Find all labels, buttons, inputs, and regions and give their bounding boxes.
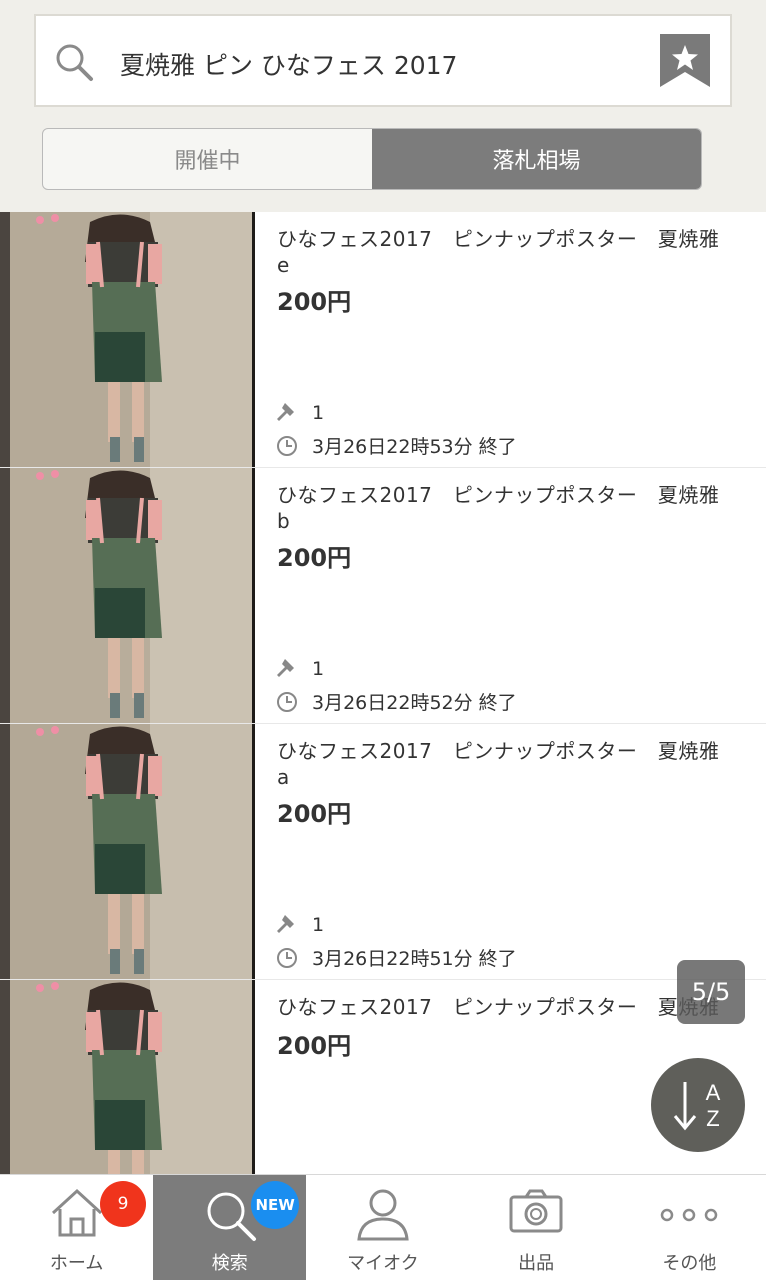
page-indicator: 5/5 xyxy=(677,960,745,1024)
end-time-row: 3月26日22時53分 終了 xyxy=(276,432,517,459)
search-new-badge: NEW xyxy=(251,1181,300,1229)
result-list: ひなフェス2017 ピンナップポスター 夏焼雅 e 200円 1 3月26日22… xyxy=(0,212,766,1174)
sort-label-top: A xyxy=(706,1080,721,1105)
tab-more[interactable]: その他 xyxy=(613,1175,766,1280)
end-time: 3月26日22時53分 終了 xyxy=(312,436,517,458)
bid-count: 1 xyxy=(312,914,325,936)
clock-icon xyxy=(277,691,297,712)
tab-ongoing[interactable]: 開催中 xyxy=(43,129,372,189)
item-title[interactable]: ひなフェス2017 ピンナップポスター 夏焼雅 b xyxy=(277,482,747,534)
bid-count-row: 1 xyxy=(276,658,324,680)
camera-icon xyxy=(509,1189,563,1233)
sort-button[interactable]: A Z xyxy=(651,1058,745,1152)
tab-home[interactable]: 9 ホーム xyxy=(0,1175,153,1280)
item-title[interactable]: ひなフェス2017 ピンナップポスター 夏焼雅 e xyxy=(277,226,747,278)
search-query[interactable]: 夏焼雅 ピン ひなフェス 2017 xyxy=(120,46,457,82)
list-item[interactable]: ひなフェス2017 ピンナップポスター 夏焼雅 a 200円 1 3月26日22… xyxy=(0,724,766,980)
user-icon xyxy=(357,1189,409,1241)
tab-myauc[interactable]: マイオク xyxy=(306,1175,459,1280)
list-item[interactable]: ひなフェス2017 ピンナップポスター 夏焼雅 b 200円 1 3月26日22… xyxy=(0,468,766,724)
home-notification-badge: 9 xyxy=(100,1181,146,1227)
clock-icon xyxy=(277,947,297,968)
tab-myauc-label: マイオク xyxy=(347,1253,419,1274)
tab-home-label: ホーム xyxy=(49,1253,104,1274)
list-item[interactable]: ひなフェス2017 ピンナップポスター 夏焼雅 e 200円 1 3月26日22… xyxy=(0,212,766,468)
search-icon xyxy=(56,44,93,81)
gavel-icon xyxy=(277,403,294,421)
item-thumbnail[interactable] xyxy=(0,980,255,1174)
search-field[interactable]: 夏焼雅 ピン ひなフェス 2017 xyxy=(34,14,732,107)
end-time: 3月26日22時52分 終了 xyxy=(312,692,517,714)
tab-closed-price[interactable]: 落札相場 xyxy=(372,129,701,189)
clock-icon xyxy=(277,435,297,456)
auction-status-segment: 開催中 落札相場 xyxy=(42,128,702,190)
item-thumbnail[interactable] xyxy=(0,212,255,467)
end-time: 3月26日22時51分 終了 xyxy=(312,948,517,970)
tab-more-label: その他 xyxy=(662,1253,717,1274)
bid-count: 1 xyxy=(312,658,325,680)
item-thumbnail[interactable] xyxy=(0,468,255,723)
bookmark-star-icon[interactable] xyxy=(660,34,710,87)
more-dots-icon xyxy=(661,1208,718,1222)
sort-label-bottom: Z xyxy=(706,1106,719,1131)
gavel-icon xyxy=(277,659,294,677)
item-price: 200円 xyxy=(277,800,352,828)
item-thumbnail[interactable] xyxy=(0,724,255,979)
bid-count: 1 xyxy=(312,402,325,424)
item-price: 200円 xyxy=(277,288,352,316)
sort-az-icon: A Z xyxy=(673,1080,721,1131)
tab-search[interactable]: NEW 検索 xyxy=(153,1175,307,1280)
item-price: 200円 xyxy=(277,1032,352,1060)
bid-count-row: 1 xyxy=(276,402,324,424)
bid-count-row: 1 xyxy=(276,914,324,936)
end-time-row: 3月26日22時51分 終了 xyxy=(276,944,517,971)
home-icon xyxy=(51,1188,102,1237)
tab-sell[interactable]: 出品 xyxy=(460,1175,613,1280)
item-price: 200円 xyxy=(277,544,352,572)
bottom-tab-bar: 9 ホーム NEW 検索 マイオク 出品 その他 xyxy=(0,1174,766,1280)
magnifier-icon xyxy=(207,1192,256,1241)
tab-sell-label: 出品 xyxy=(518,1253,555,1274)
item-title[interactable]: ひなフェス2017 ピンナップポスター 夏焼雅 a xyxy=(277,738,747,790)
tab-search-label: 検索 xyxy=(211,1253,248,1274)
end-time-row: 3月26日22時52分 終了 xyxy=(276,688,517,715)
search-header: 夏焼雅 ピン ひなフェス 2017 開催中 落札相場 xyxy=(0,0,766,212)
gavel-icon xyxy=(277,915,294,933)
